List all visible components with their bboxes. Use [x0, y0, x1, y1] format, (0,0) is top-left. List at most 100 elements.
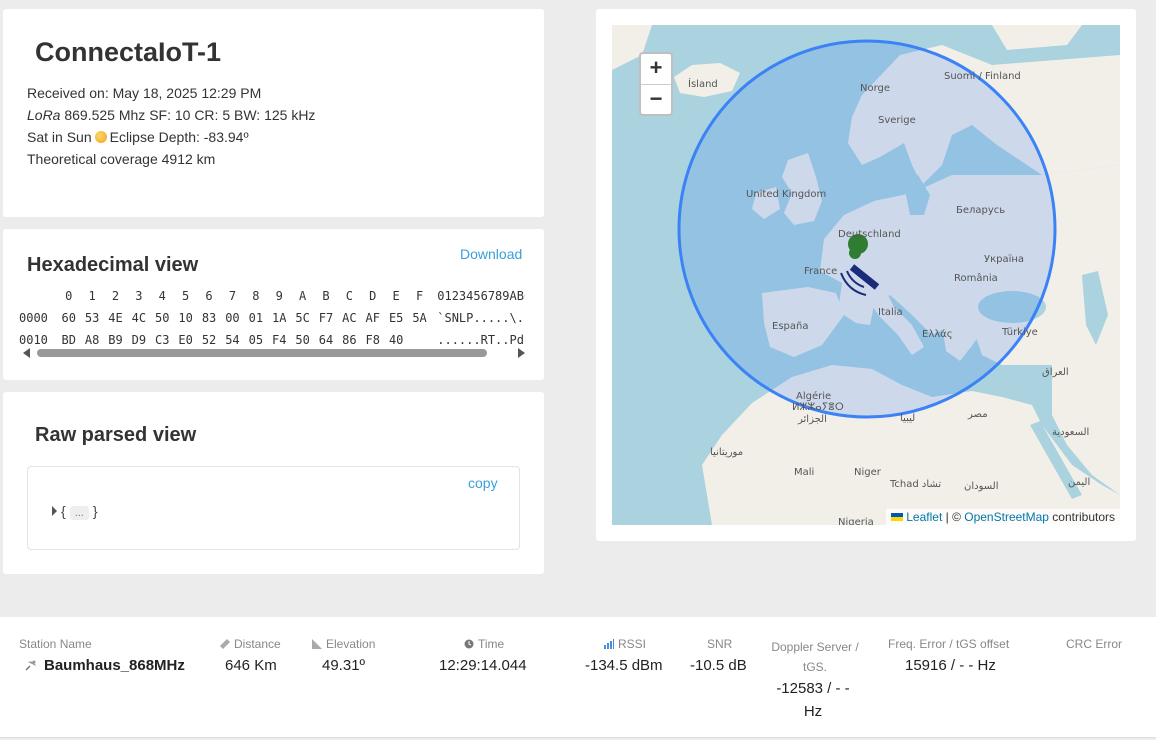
col-station-name: Station Name [19, 637, 92, 651]
col-rssi: RSSI [604, 637, 646, 651]
copy-button[interactable]: copy [468, 475, 498, 491]
map-label: Italia [878, 307, 903, 318]
map-label: اليمن [1068, 477, 1090, 488]
hex-col-header: 4 [158, 289, 166, 303]
attrib-separator: | © [942, 510, 965, 524]
map-attribution: Leaflet | © OpenStreetMap contributors [886, 509, 1120, 525]
hex-col-header: C [345, 289, 353, 303]
json-tree-toggle[interactable]: {...} [52, 503, 98, 520]
satellite-info-card: ConnectaIoT-1 Received on: May 18, 2025 … [3, 9, 544, 217]
map-label: الجزائر [797, 414, 827, 425]
clock-icon [464, 639, 474, 649]
raw-view-card: Raw parsed view copy {...} [3, 392, 544, 574]
hex-byte: 53 [84, 311, 100, 325]
hex-view-card: Hexadecimal view Download 0123456789ABC D… [3, 229, 544, 380]
map-label: Nigeria [838, 517, 874, 525]
hex-row: 0000 60 53 4E 4C 50 10 83 00 01 1A 5C F7 AC AF E5 5A `SNL… [19, 307, 525, 329]
station-time: 12:29:14.044 [439, 657, 527, 674]
map-label: Türkiye [1001, 327, 1038, 338]
map-label: Україна [984, 254, 1024, 265]
map-label: România [954, 272, 998, 284]
station-marker-base [849, 247, 861, 259]
col-distance: Distance [220, 637, 281, 651]
col-time-label: Time [478, 637, 505, 651]
col-elevation: Elevation [312, 637, 375, 651]
hex-col-header: A [298, 289, 307, 303]
hex-byte: 01 [248, 311, 264, 325]
hex-ascii-header: 0123456789ABC [437, 289, 525, 303]
satellite-name: ConnectaIoT-1 [35, 37, 222, 67]
map-label: ليبيا [900, 413, 915, 424]
map-label: Ελλάς [922, 328, 953, 340]
hex-byte: 5C [295, 311, 310, 325]
satellite-dish-icon [25, 660, 36, 671]
col-distance-label: Distance [234, 637, 281, 651]
ruler-icon [220, 639, 230, 649]
angle-icon [312, 639, 322, 649]
map-card: Ísland Norge Suomi / Finland Sverige United … [596, 9, 1136, 541]
hex-byte: 83 [201, 311, 217, 325]
zoom-control: + − [639, 52, 673, 116]
received-on: Received on: May 18, 2025 12:29 PM [27, 85, 262, 101]
map-label: مصر [967, 409, 988, 420]
sun-status: Sat in Sun Eclipse Depth: -83.94º [27, 129, 249, 145]
map-canvas: Ísland Norge Suomi / Finland Sverige United … [612, 25, 1120, 525]
map-label: Tchad تشاد [889, 479, 941, 490]
station-name-label: Baumhaus_868MHz [44, 657, 185, 674]
hex-col-header: D [369, 289, 377, 303]
scroll-right-icon[interactable] [518, 348, 525, 358]
coverage: Theoretical coverage 4912 km [27, 151, 216, 167]
close-brace: } [92, 503, 98, 519]
map-label: United Kingdom [746, 189, 826, 200]
expand-caret-icon[interactable] [52, 506, 57, 516]
hex-byte: 60 [61, 311, 76, 325]
lora-params: LoRa 869.525 Mhz SF: 10 CR: 5 BW: 125 kH… [27, 107, 315, 123]
zoom-out-button[interactable]: − [641, 84, 671, 114]
sun-icon [94, 131, 107, 143]
hex-col-header: 0 [65, 289, 73, 303]
raw-view-title: Raw parsed view [35, 424, 197, 446]
hex-byte: E5 [388, 311, 404, 325]
hex-col-header: 3 [135, 289, 143, 303]
col-doppler: Doppler Server / tGS. [771, 640, 859, 674]
open-brace: { [61, 503, 66, 519]
hex-byte: AC [342, 311, 357, 325]
raw-json-box: copy {...} [27, 466, 520, 550]
lora-label: LoRa [27, 107, 61, 123]
station-elevation: 49.31º [322, 657, 366, 674]
zoom-in-button[interactable]: + [641, 54, 671, 84]
download-button[interactable]: Download [460, 246, 522, 262]
station-rssi: -134.5 dBm [585, 657, 663, 674]
hex-view-title: Hexadecimal view [27, 254, 199, 276]
hex-col-header: E [392, 289, 400, 303]
hex-col-header: 1 [88, 289, 96, 303]
hex-col-header: 7 [228, 289, 237, 303]
hex-scrollbar[interactable] [21, 346, 527, 360]
station-doppler: -12583 / - - Hz [776, 680, 850, 720]
coverage-map[interactable]: Ísland Norge Suomi / Finland Sverige United … [612, 25, 1120, 525]
hex-byte: 5A [412, 311, 427, 325]
map-label: Algérie [796, 390, 831, 402]
hex-byte: 50 [155, 311, 170, 325]
collapsed-ellipsis[interactable]: ... [69, 506, 89, 520]
map-label: Niger [854, 467, 882, 478]
map-label: Беларусь [956, 205, 1005, 216]
station-name[interactable]: Baumhaus_868MHz [24, 657, 185, 674]
signal-bars-icon [604, 639, 614, 649]
map-label: ⵍⵣⵣⴰⵢⴻⵔ [792, 402, 844, 413]
leaflet-link[interactable]: Leaflet [906, 510, 942, 524]
attrib-contributors: contributors [1048, 510, 1115, 524]
scroll-left-icon[interactable] [23, 348, 30, 358]
stations-table: Station Name Distance Elevation Time RSS… [0, 617, 1156, 738]
hex-ascii: `SNLP.....\. [437, 311, 524, 325]
station-snr: -10.5 dB [690, 657, 747, 674]
map-label: العراق [1042, 367, 1069, 378]
osm-link[interactable]: OpenStreetMap [964, 510, 1049, 524]
hex-table: 0 1 2 3 4 5 6 7 8 9 A B C D E F 0123456789ABC 0000 60 53 4E… [19, 285, 525, 351]
hex-byte: AF [365, 311, 380, 325]
hex-header-row: 0 1 2 3 4 5 6 7 8 9 A B C D E F 0123456789ABC [19, 285, 525, 307]
col-rssi-label: RSSI [618, 637, 647, 651]
map-label: España [772, 321, 808, 332]
scroll-thumb[interactable] [37, 349, 487, 357]
hex-col-header: 2 [111, 289, 120, 303]
